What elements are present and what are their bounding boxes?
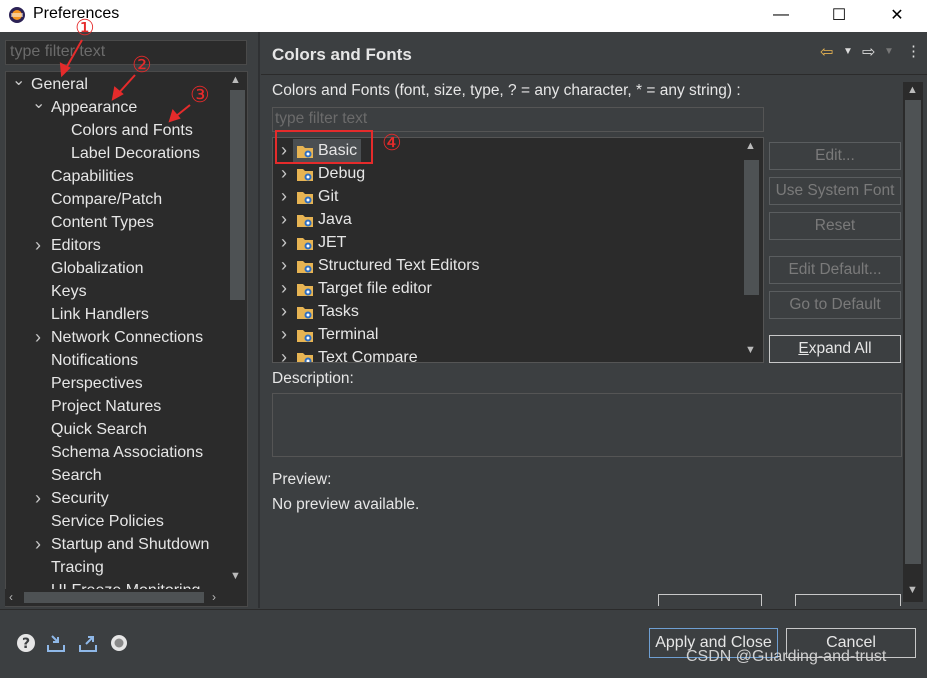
annotation-arrows bbox=[59, 39, 191, 123]
